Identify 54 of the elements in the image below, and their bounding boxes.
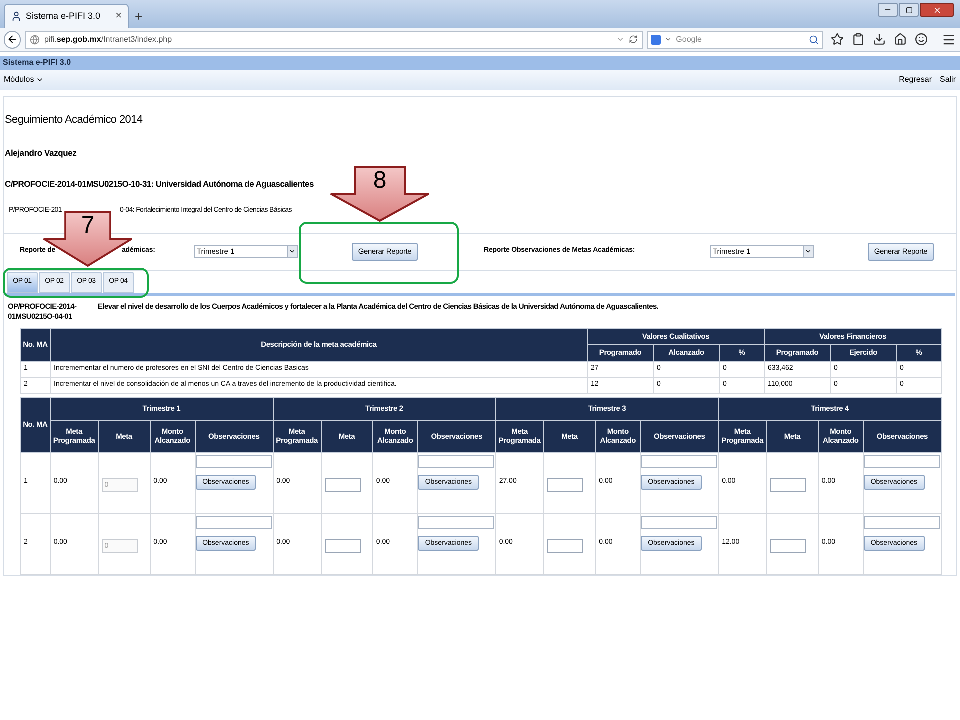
user-name: Alejandro Vazquez	[5, 146, 78, 160]
star-icon[interactable]	[831, 33, 844, 46]
down-arrow-icon	[330, 166, 430, 222]
callout-number: 8	[373, 169, 387, 193]
person-icon	[11, 11, 22, 22]
menu-icon[interactable]	[942, 32, 956, 46]
close-icon	[932, 6, 942, 14]
caret-icon	[289, 248, 296, 255]
search-engine-icon[interactable]	[651, 34, 662, 44]
maximize-button[interactable]	[899, 3, 919, 17]
observations-field[interactable]	[196, 454, 272, 468]
meta-field[interactable]	[547, 539, 584, 553]
callout-number: 7	[81, 214, 95, 238]
meta-field[interactable]	[770, 478, 806, 492]
nav-link[interactable]: Salir	[940, 74, 956, 86]
close-window-button[interactable]	[920, 3, 954, 17]
nav-link[interactable]: Regresar	[899, 74, 932, 86]
home-icon[interactable]	[894, 33, 907, 46]
dropdown-icon[interactable]	[616, 35, 626, 44]
caret-icon	[665, 36, 672, 43]
search-placeholder: Google	[676, 34, 703, 46]
page-title: Seguimiento Académico 2014	[5, 113, 144, 128]
back-button[interactable]	[4, 30, 22, 48]
close-tab-button[interactable]: ×	[116, 11, 122, 22]
institution-line: C/PROFOCIE-2014-01MSU0215O-10-31: Universidad Autónoma de Aguascalientes	[5, 178, 314, 191]
caret-icon	[36, 76, 44, 84]
tab-title: Sistema e-PIFI 3.0	[26, 10, 102, 23]
back-arrow-icon	[7, 34, 18, 45]
smiley-icon[interactable]	[915, 33, 928, 46]
meta-field[interactable]	[324, 539, 361, 553]
new-tab-button[interactable]: +	[135, 10, 143, 23]
search-icon[interactable]	[809, 34, 819, 44]
clipboard-icon[interactable]	[852, 33, 865, 46]
browser-tab[interactable]: Sistema e-PIFI 3.0 ×	[4, 4, 129, 28]
observations-field[interactable]	[418, 454, 494, 468]
globe-icon	[30, 34, 40, 44]
observations-field[interactable]	[196, 516, 272, 528]
meta-field[interactable]	[547, 478, 584, 492]
address-field[interactable]: pifi.sep.gob.mx/Intranet3/index.php	[25, 30, 644, 48]
app-title: Sistema e-PIFI 3.0	[3, 57, 72, 69]
url-text: pifi.sep.gob.mx/Intranet3/index.php	[44, 34, 174, 46]
reload-icon[interactable]	[629, 35, 638, 44]
meta-field[interactable]	[770, 539, 806, 553]
meta-field[interactable]	[324, 478, 361, 492]
observations-field[interactable]	[418, 516, 494, 528]
caret-icon	[805, 248, 812, 255]
maximize-icon	[906, 6, 912, 14]
observations-field[interactable]	[641, 454, 718, 468]
modules-menu[interactable]: Módulos	[4, 74, 44, 86]
search-field[interactable]: Google	[647, 30, 823, 48]
observations-field[interactable]	[641, 516, 718, 528]
download-icon[interactable]	[873, 33, 886, 46]
observations-field[interactable]	[864, 454, 940, 468]
observations-field[interactable]	[864, 516, 940, 528]
